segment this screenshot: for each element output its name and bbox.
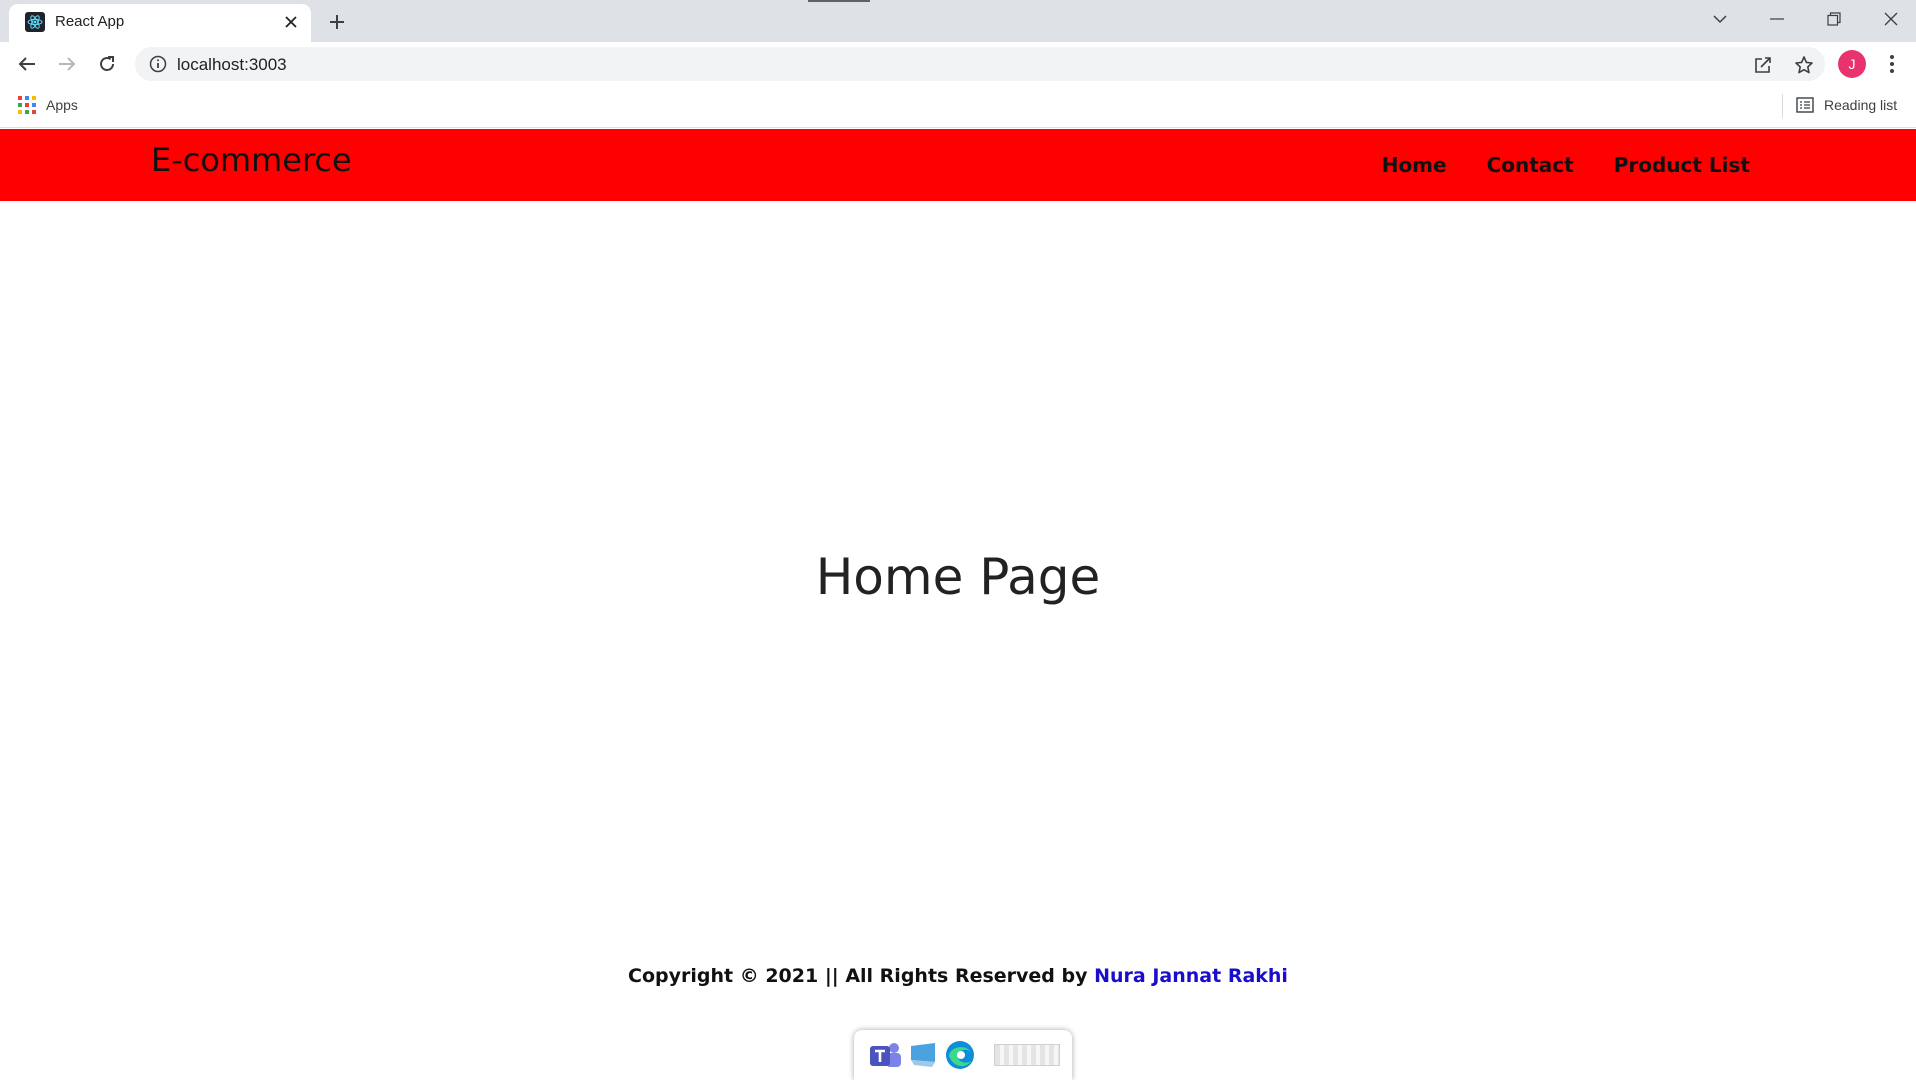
address-bar[interactable]: localhost:3003 — [135, 47, 1825, 81]
page-heading: Home Page — [815, 548, 1101, 606]
site-info-icon[interactable] — [149, 55, 167, 73]
apps-grid-icon — [18, 96, 36, 114]
back-arrow-icon[interactable] — [11, 48, 43, 80]
apps-shortcut[interactable]: Apps — [18, 96, 78, 114]
edge-icon[interactable] — [944, 1039, 976, 1071]
apps-label: Apps — [46, 97, 78, 113]
site-navbar: E-commerce Home Contact Product List — [0, 129, 1916, 201]
close-window-icon[interactable] — [1871, 4, 1911, 34]
forward-arrow-icon[interactable] — [51, 48, 83, 80]
more-menu-icon[interactable] — [1880, 50, 1904, 78]
tab-search-chevron-icon[interactable] — [1700, 4, 1740, 34]
reading-list-label: Reading list — [1824, 97, 1898, 113]
footer-copyright: Copyright © 2021 || All Rights Reserved … — [0, 965, 1916, 987]
window-thumbnail[interactable] — [994, 1044, 1060, 1066]
nav-link-product-list[interactable]: Product List — [1614, 153, 1750, 177]
new-tab-button[interactable] — [322, 8, 352, 36]
bookmarks-bar: Apps Reading list — [0, 86, 1916, 128]
tab-title: React App — [55, 13, 125, 30]
close-tab-icon[interactable] — [279, 10, 303, 34]
reload-icon[interactable] — [91, 48, 123, 80]
footer-author-link[interactable]: Nura Jannat Rakhi — [1094, 965, 1288, 987]
tab-strip: React App — [0, 0, 1916, 42]
url-text: localhost:3003 — [177, 55, 287, 74]
computer-icon[interactable] — [908, 1040, 938, 1070]
profile-avatar[interactable]: J — [1838, 50, 1866, 78]
bookmark-star-icon[interactable] — [1793, 54, 1815, 76]
minimize-icon[interactable] — [1757, 4, 1797, 34]
tab-search-indicator — [808, 0, 870, 2]
taskbar-preview — [854, 1030, 1072, 1080]
restore-icon[interactable] — [1814, 4, 1854, 34]
tab-react-app[interactable]: React App — [9, 4, 311, 42]
nav-links: Home Contact Product List — [1382, 153, 1750, 177]
nav-link-home[interactable]: Home — [1382, 153, 1447, 177]
reading-list-button[interactable]: Reading list — [1796, 96, 1897, 114]
footer-copyright-text: Copyright © 2021 || All Rights Reserved … — [628, 965, 1095, 987]
browser-toolbar: localhost:3003 J — [0, 42, 1916, 86]
bookmarks-divider — [1782, 94, 1783, 118]
share-icon[interactable] — [1752, 54, 1774, 76]
nav-link-contact[interactable]: Contact — [1487, 153, 1574, 177]
brand-logo[interactable]: E-commerce — [151, 141, 352, 179]
react-logo-icon — [25, 12, 45, 32]
teams-icon[interactable] — [868, 1040, 902, 1070]
reading-list-icon — [1796, 97, 1814, 113]
